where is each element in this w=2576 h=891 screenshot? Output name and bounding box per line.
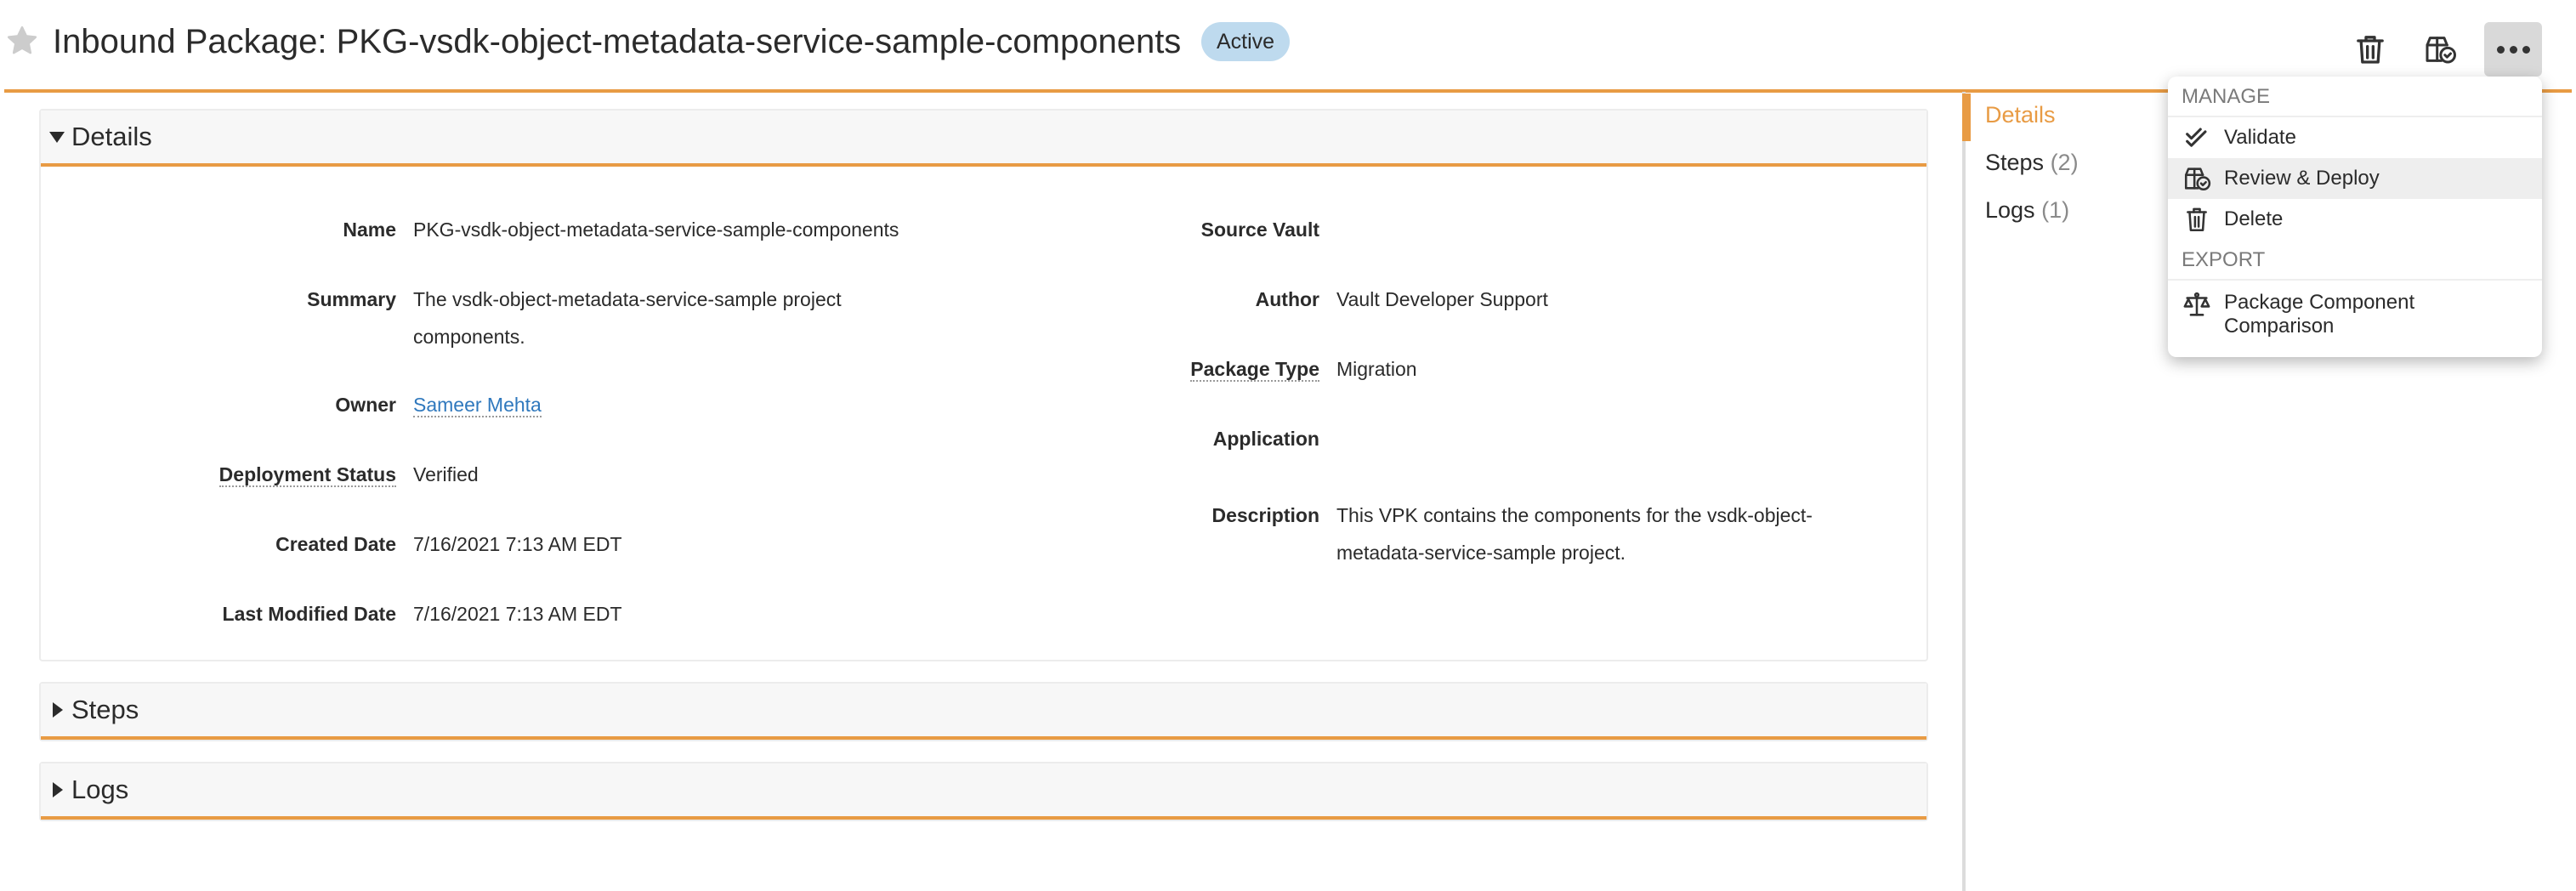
trash-icon	[2182, 205, 2212, 234]
steps-count: (2)	[2050, 150, 2079, 175]
menu-item-review-deploy[interactable]: Review & Deploy	[2168, 158, 2542, 199]
caret-right-icon	[53, 782, 63, 797]
actions-menu: MANAGE Validate Review & Deploy Delete E…	[2168, 77, 2542, 357]
more-actions-button[interactable]	[2484, 22, 2542, 77]
owner-link[interactable]: Sameer Mehta	[413, 394, 542, 417]
menu-item-delete[interactable]: Delete	[2168, 199, 2542, 240]
scale-icon	[2182, 291, 2212, 320]
sidebar-item-logs[interactable]: Logs (1)	[1985, 197, 2069, 224]
review-deploy-button[interactable]	[2423, 32, 2457, 66]
caret-down-icon	[49, 131, 65, 143]
details-panel: Details Name PKG-vsdk-object-metadata-se…	[39, 109, 1928, 661]
caret-right-icon	[53, 702, 63, 718]
field-owner: Owner Sameer Mehta	[335, 394, 542, 417]
field-deployment-status: Deployment Status Verified	[218, 463, 479, 487]
main-content: Details Name PKG-vsdk-object-metadata-se…	[39, 109, 1928, 842]
steps-section-header[interactable]: Steps	[41, 684, 1926, 740]
review-deploy-icon	[2426, 37, 2456, 64]
logs-section-header[interactable]: Logs	[41, 763, 1926, 820]
details-section-header[interactable]: Details	[41, 111, 1926, 167]
menu-section-export: EXPORT	[2168, 240, 2542, 281]
logs-panel: Logs	[39, 762, 1928, 821]
field-description: Description This VPK contains the compon…	[1211, 504, 1813, 564]
ellipsis-icon	[2496, 45, 2505, 54]
menu-item-package-component-comparison[interactable]: Package Component Comparison	[2168, 281, 2542, 350]
field-application: Application	[1212, 428, 1319, 450]
field-author: Author Vault Developer Support	[1255, 288, 1548, 310]
details-body: Name PKG-vsdk-object-metadata-service-sa…	[41, 167, 1926, 660]
trash-icon	[2357, 36, 2384, 64]
menu-section-manage: MANAGE	[2168, 77, 2542, 117]
sidebar-item-steps[interactable]: Steps (2)	[1985, 150, 2079, 176]
field-source-vault: Source Vault	[1200, 218, 1319, 241]
sidebar-active-indicator	[1962, 94, 1971, 141]
steps-panel: Steps	[39, 682, 1928, 741]
steps-section-title: Steps	[71, 695, 139, 724]
logs-section-title: Logs	[71, 775, 129, 804]
star-icon[interactable]	[5, 24, 39, 58]
menu-item-validate[interactable]: Validate	[2168, 117, 2542, 158]
field-last-modified-date: Last Modified Date 7/16/2021 7:13 AM EDT	[222, 603, 622, 625]
double-check-icon	[2182, 123, 2212, 152]
sidebar-divider	[1962, 92, 1966, 891]
status-badge: Active	[1201, 22, 1291, 61]
delete-button[interactable]	[2353, 32, 2387, 66]
page-title: Inbound Package: PKG-vsdk-object-metadat…	[53, 23, 1182, 60]
sidebar-item-details[interactable]: Details	[1985, 102, 2056, 128]
logs-count: (1)	[2041, 197, 2070, 223]
review-deploy-icon	[2182, 164, 2212, 193]
details-section-title: Details	[71, 122, 152, 151]
field-package-type: Package Type Migration	[1190, 358, 1417, 382]
